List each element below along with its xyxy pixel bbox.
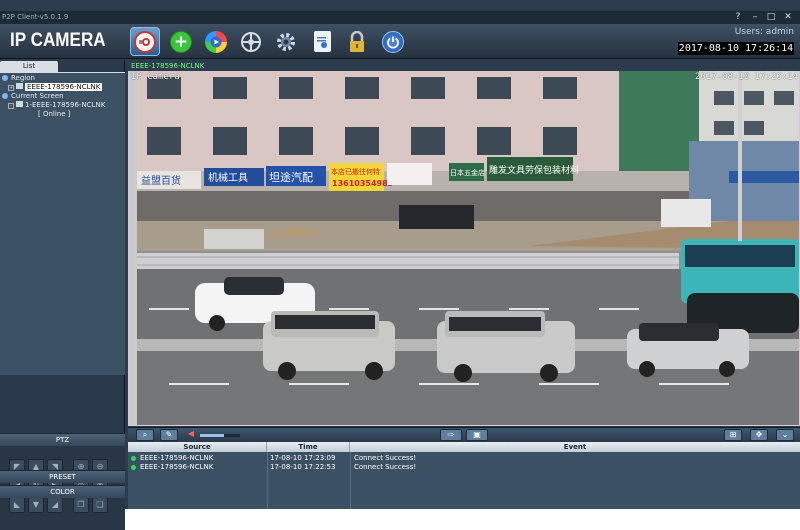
color-header[interactable]: COLOR: [0, 485, 125, 498]
row-event: Connect Success!: [354, 463, 417, 471]
fullscreen-button[interactable]: ✥: [750, 429, 768, 441]
sign-text-4: 本店已搬往何特: [331, 167, 380, 176]
column-source[interactable]: Source: [128, 442, 267, 452]
log-button[interactable]: [307, 27, 337, 56]
left-panel: List Region + EEEE-178596-NCLNK Current S…: [0, 60, 125, 530]
maximize-button[interactable]: □: [764, 12, 778, 23]
status-icon: [131, 456, 136, 461]
collapse-log-button[interactable]: ⌄: [776, 429, 794, 441]
camera-scene: 益盟百货 机械工具 坦途汽配 本店已搬往何特 13610354983 日本五金店…: [129, 71, 799, 425]
talk-button[interactable]: ✎: [160, 429, 178, 441]
current-user: Users: admin: [734, 27, 794, 37]
screen-icon: [2, 93, 8, 99]
datetime-display: 2017-08-10 17:26:14: [678, 42, 794, 55]
magnifier-icon: ⌕: [142, 430, 148, 439]
microphone-icon: ✎: [165, 430, 173, 439]
log-header: Source Time Event: [128, 442, 800, 452]
column-time[interactable]: Time: [267, 442, 350, 452]
plus-icon: +: [170, 30, 192, 53]
tab-list[interactable]: List: [0, 61, 58, 72]
app-title: P2P Client-v5.0.1.9: [2, 13, 69, 21]
tree-node-device[interactable]: + EEEE-178596-NCLNK: [8, 83, 103, 92]
iris-close-button[interactable]: ❑: [92, 497, 108, 513]
add-device-button[interactable]: +: [166, 27, 196, 56]
device-tree: Region + EEEE-178596-NCLNK Current Screen…: [0, 73, 125, 375]
bottom-toolbar: ⌕ ✎ ◀ ⇨ ▣ ⊞ ✥ ⌄: [128, 427, 800, 442]
volume-slider[interactable]: [200, 434, 240, 437]
power-icon: [382, 30, 404, 53]
table-row[interactable]: EEEE-178596-NCLNK 17-08-10 17:23:09 Conn…: [128, 454, 800, 463]
grid-icon: ⊞: [729, 430, 737, 439]
expand-icon[interactable]: +: [8, 85, 14, 91]
sign-text-1: 益盟百货: [141, 174, 181, 187]
ptz-down-button[interactable]: ▼: [28, 497, 44, 513]
app-logo: IP CAMERA: [10, 30, 106, 51]
speaker-icon: ◀: [187, 429, 195, 438]
collapse-icon[interactable]: -: [8, 103, 14, 109]
event-log: Source Time Event EEEE-178596-NCLNK 17-0…: [128, 442, 800, 509]
column-event[interactable]: Event: [350, 442, 800, 452]
playback-button[interactable]: [201, 27, 231, 56]
tree-node-current-screen[interactable]: Current Screen: [2, 92, 64, 101]
lock-icon: [346, 30, 368, 53]
snapshot-icon: ▣: [473, 430, 481, 439]
device-icon: [16, 101, 23, 107]
lock-button[interactable]: [342, 27, 372, 56]
channel-label: EEEE-178596-NCLNK: [128, 61, 800, 71]
volume-level: [200, 434, 224, 437]
header: IP CAMERA + Users: admin 2017-08-10 17:2…: [0, 24, 800, 59]
region-icon: [2, 75, 8, 81]
help-button[interactable]: ?: [731, 12, 745, 23]
gear-icon: [275, 31, 297, 53]
osd-camera-name: IP Camera: [131, 72, 180, 82]
osd-timestamp: 2017-08-10 17:26:14: [695, 72, 798, 82]
snapshot-button[interactable]: ▣: [466, 429, 488, 441]
app-window: P2P Client-v5.0.1.9 ? – □ ✕ IP CAMERA +: [0, 0, 800, 530]
ptz-down-left-button[interactable]: ◣: [9, 497, 25, 513]
record-icon: ⇨: [447, 430, 455, 439]
iris-open-button[interactable]: ❐: [73, 497, 89, 513]
settings-button[interactable]: [271, 27, 301, 56]
sign-text-phone: 13610354983: [332, 179, 393, 188]
play-icon: [205, 30, 227, 53]
row-source: EEEE-178596-NCLNK: [140, 463, 214, 471]
crosshair-icon: [240, 31, 262, 53]
record-button[interactable]: ⇨: [440, 429, 462, 441]
remote-config-button[interactable]: [236, 27, 266, 56]
document-icon: [313, 31, 331, 52]
sign-text-6: 雕发文具劳保包装材料: [489, 164, 579, 176]
row-time: 17-08-10 17:23:09: [270, 454, 336, 462]
status-icon: [131, 465, 136, 470]
fullscreen-icon: ✥: [755, 430, 763, 439]
minimize-button[interactable]: –: [748, 12, 762, 23]
sign-text-5: 日本五金店: [450, 168, 485, 177]
layout-button[interactable]: ⊞: [724, 429, 742, 441]
audio-button[interactable]: ◀: [182, 429, 200, 441]
chevron-down-icon: ⌄: [781, 430, 789, 439]
power-button[interactable]: [378, 27, 408, 56]
sign-text-2: 机械工具: [208, 171, 248, 184]
table-row[interactable]: EEEE-178596-NCLNK 17-08-10 17:22:53 Conn…: [128, 463, 800, 472]
ptz-down-right-button[interactable]: ◢: [47, 497, 63, 513]
tree-node-screen-device[interactable]: -1-EEEE-178596-NCLNK: [8, 101, 105, 110]
device-icon: [16, 83, 23, 89]
title-bar: P2P Client-v5.0.1.9 ? – □ ✕: [0, 11, 800, 24]
zoom-button[interactable]: ⌕: [136, 429, 154, 441]
sign-text-3: 坦途汽配: [269, 170, 313, 184]
row-source: EEEE-178596-NCLNK: [140, 454, 214, 462]
live-view-button[interactable]: [130, 27, 160, 56]
close-button[interactable]: ✕: [781, 12, 795, 23]
video-feed[interactable]: 益盟百货 机械工具 坦途汽配 本店已搬往何特 13610354983 日本五金店…: [129, 71, 799, 425]
row-time: 17-08-10 17:22:53: [270, 463, 336, 471]
preset-header[interactable]: PRESET: [0, 470, 125, 483]
ptz-header[interactable]: PTZ: [0, 433, 125, 446]
row-event: Connect Success!: [354, 454, 417, 462]
tree-node-online-status: [ Online ]: [38, 110, 71, 118]
tree-node-region[interactable]: Region: [2, 74, 35, 83]
camera-icon: [134, 30, 156, 53]
